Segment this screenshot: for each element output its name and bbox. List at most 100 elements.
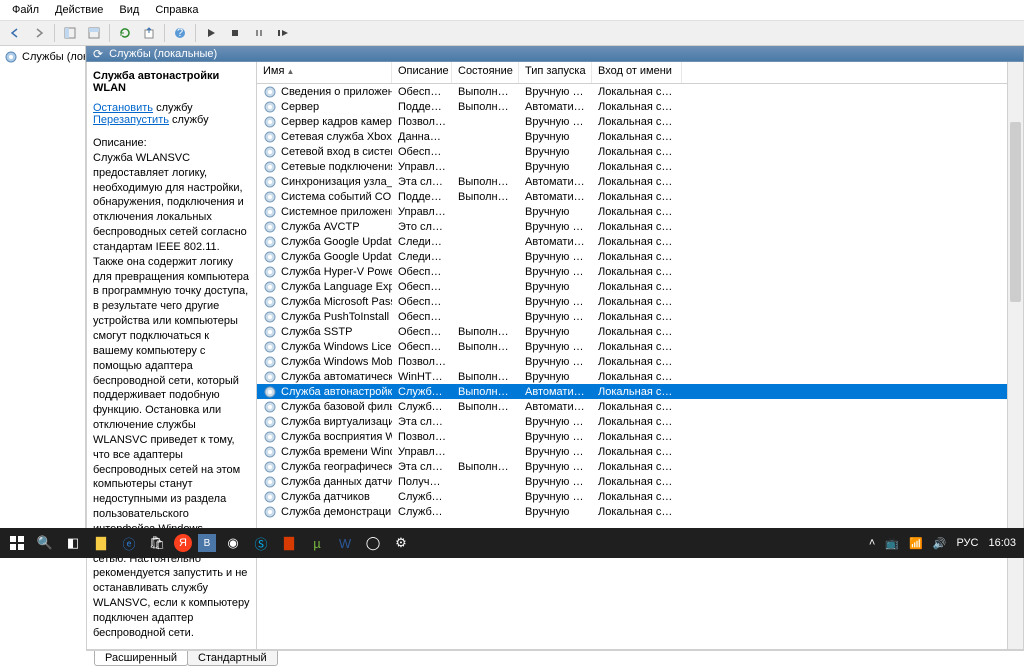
tab-extended[interactable]: Расширенный <box>94 651 188 666</box>
table-row[interactable]: Служба датчиковСлужба се...Вручную (ак..… <box>257 489 1007 504</box>
tray-lang[interactable]: РУС <box>956 537 978 549</box>
skype-icon[interactable]: Ⓢ <box>250 532 272 554</box>
yandex-icon[interactable]: Я <box>174 534 192 552</box>
table-row[interactable]: Служба автоматического ...WinHTTP ...Вып… <box>257 369 1007 384</box>
task-view-icon[interactable]: ◧ <box>62 532 84 554</box>
refresh-button[interactable] <box>114 22 136 44</box>
cell-startup: Вручную (ак... <box>519 116 592 128</box>
table-row[interactable]: Служба Google Update (gu...Следите за...… <box>257 249 1007 264</box>
table-row[interactable]: Служба SSTPОбеспечи...ВыполняетсяВручную… <box>257 324 1007 339</box>
scrollbar-thumb[interactable] <box>1010 122 1021 302</box>
service-gear-icon <box>263 265 277 279</box>
table-row[interactable]: Служба PushToInstall Wind...Обеспечи...В… <box>257 309 1007 324</box>
table-row[interactable]: Служба Windows License ...Обеспечи...Вып… <box>257 339 1007 354</box>
table-row[interactable]: Служба виртуализации уд...Эта служб...Вр… <box>257 414 1007 429</box>
service-gear-icon <box>263 295 277 309</box>
export-button[interactable] <box>138 22 160 44</box>
table-row[interactable]: Служба базовой фильтра...Служба ба...Вып… <box>257 399 1007 414</box>
cell-logon: Локальная сис... <box>592 161 682 173</box>
service-gear-icon <box>263 160 277 174</box>
table-row[interactable]: Служба данных датчиковПолучени...Вручную… <box>257 474 1007 489</box>
pause-button[interactable] <box>248 22 270 44</box>
browser-icon[interactable]: ◯ <box>362 532 384 554</box>
table-row[interactable]: Служба AVCTPЭто служб...Вручную (ак...Ло… <box>257 219 1007 234</box>
cell-name: Служба Windows License ... <box>281 341 392 353</box>
menu-view[interactable]: Вид <box>111 2 147 18</box>
cell-description: Служба се... <box>392 491 452 503</box>
tray-cast-icon[interactable]: 📺 <box>885 537 899 550</box>
restart-link[interactable]: Перезапустить <box>93 114 169 126</box>
table-row[interactable]: Служба Windows Mobile H...Позволяет...Вр… <box>257 354 1007 369</box>
stop-link[interactable]: Остановить <box>93 102 153 114</box>
col-description[interactable]: Описание <box>392 62 452 83</box>
tray-clock[interactable]: 16:03 <box>988 537 1016 549</box>
table-row[interactable]: Служба демонстрации ма...Служба де...Вру… <box>257 504 1007 519</box>
col-state[interactable]: Состояние <box>452 62 519 83</box>
col-logon[interactable]: Вход от имени <box>592 62 682 83</box>
tray-wifi-icon[interactable]: 📶 <box>909 537 923 550</box>
table-row[interactable]: СерверПоддерж...ВыполняетсяАвтоматиче...… <box>257 99 1007 114</box>
menu-help[interactable]: Справка <box>147 2 206 18</box>
word-icon[interactable]: W <box>334 532 356 554</box>
vk-icon[interactable]: В <box>198 534 216 552</box>
table-row[interactable]: Системное приложение C...Управлен...Вруч… <box>257 204 1007 219</box>
service-gear-icon <box>263 460 277 474</box>
edge-icon[interactable]: ⓔ <box>118 532 140 554</box>
service-gear-icon <box>263 415 277 429</box>
chrome-icon[interactable]: ◉ <box>222 532 244 554</box>
store-icon[interactable]: 🛍 <box>146 532 168 554</box>
cell-state: Выполняется <box>452 341 519 353</box>
panel-button-2[interactable] <box>83 22 105 44</box>
table-row[interactable]: Служба автонастройки W...Служба W...Выпо… <box>257 384 1007 399</box>
cell-name: Служба данных датчиков <box>281 476 392 488</box>
stop-button[interactable] <box>224 22 246 44</box>
tab-standard[interactable]: Стандартный <box>187 651 278 666</box>
cell-description: Поддерж... <box>392 191 452 203</box>
cell-name: Служба автоматического ... <box>281 371 392 383</box>
reload-icon[interactable]: ⟳ <box>93 47 103 61</box>
col-startup-type[interactable]: Тип запуска <box>519 62 592 83</box>
table-row[interactable]: Синхронизация узла_3318...Эта служб...Вы… <box>257 174 1007 189</box>
tree-root[interactable]: Службы (локальны <box>2 48 83 66</box>
restart-button[interactable] <box>272 22 294 44</box>
back-button[interactable] <box>4 22 26 44</box>
play-button[interactable] <box>200 22 222 44</box>
menu-action[interactable]: Действие <box>47 2 111 18</box>
search-icon[interactable]: 🔍 <box>34 532 56 554</box>
cell-name: Служба SSTP <box>281 326 352 338</box>
table-row[interactable]: Сведения о приложенииОбеспечи...Выполняе… <box>257 84 1007 99</box>
forward-button[interactable] <box>28 22 50 44</box>
utorrent-icon[interactable]: µ <box>306 532 328 554</box>
table-row[interactable]: Служба Microsoft PassportОбеспечи...Вруч… <box>257 294 1007 309</box>
table-row[interactable]: Сетевой вход в системуОбеспечи...Вручную… <box>257 144 1007 159</box>
cell-description: Позволяет... <box>392 356 452 368</box>
table-row[interactable]: Сетевая служба Xbox LiveДанная слу...Вру… <box>257 129 1007 144</box>
tree-root-label: Службы (локальны <box>22 51 86 63</box>
list-body[interactable]: Сведения о приложенииОбеспечи...Выполняе… <box>257 84 1007 649</box>
table-row[interactable]: Служба Hyper-V PowerShe...Обеспечи...Вру… <box>257 264 1007 279</box>
explorer-icon[interactable]: ▇ <box>90 532 112 554</box>
table-row[interactable]: Служба географического ...Эта служб...Вы… <box>257 459 1007 474</box>
cell-logon: Локальная сис... <box>592 266 682 278</box>
office-icon[interactable]: ▇ <box>278 532 300 554</box>
menu-file[interactable]: Файл <box>4 2 47 18</box>
table-row[interactable]: Служба Language Experien...Обеспечи...Вр… <box>257 279 1007 294</box>
start-button[interactable] <box>6 532 28 554</box>
tray-volume-icon[interactable]: 🔊 <box>933 537 947 550</box>
table-row[interactable]: Система событий COM+Поддерж...Выполняетс… <box>257 189 1007 204</box>
settings-icon[interactable]: ⚙ <box>390 532 412 554</box>
table-row[interactable]: Служба восприятия Wind...Позволяет...Вру… <box>257 429 1007 444</box>
table-row[interactable]: Служба Google Update (gu...Следите за...… <box>257 234 1007 249</box>
scrollbar[interactable] <box>1007 62 1023 649</box>
table-row[interactable]: Сетевые подключенияУправляет...ВручнуюЛо… <box>257 159 1007 174</box>
table-row[interactable]: Сервер кадров камеры Wi...Позволяет...Вр… <box>257 114 1007 129</box>
cell-state: Выполняется <box>452 86 519 98</box>
help-button[interactable]: ? <box>169 22 191 44</box>
cell-name: Служба времени Windows <box>281 446 392 458</box>
tray-chevron-icon[interactable]: ˄ <box>869 537 875 549</box>
cell-name: Служба Windows Mobile H... <box>281 356 392 368</box>
col-name[interactable]: Имя▲ <box>257 62 392 83</box>
table-row[interactable]: Служба времени WindowsУправляет...Вручну… <box>257 444 1007 459</box>
panel-button-1[interactable] <box>59 22 81 44</box>
service-gear-icon <box>263 325 277 339</box>
